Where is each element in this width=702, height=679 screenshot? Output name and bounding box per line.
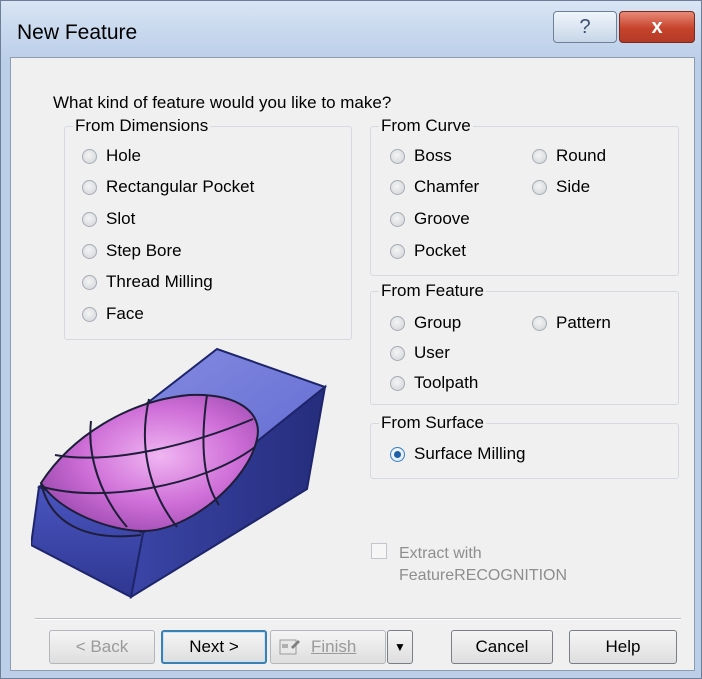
option-label: Groove	[414, 209, 470, 228]
radio-step-bore[interactable]: Step Bore	[82, 241, 182, 261]
radio-icon	[390, 179, 405, 195]
radio-groove[interactable]: Groove	[390, 209, 470, 229]
radio-user[interactable]: User	[390, 343, 450, 363]
radio-round[interactable]: Round	[532, 146, 606, 166]
group-label: From Curve	[381, 116, 471, 135]
option-label: Slot	[106, 209, 136, 228]
finish-label: Finish	[311, 637, 357, 656]
option-label: Group	[414, 313, 462, 332]
finish-button[interactable]: Finish	[270, 630, 386, 664]
extract-checkbox-label: Extract with FeatureRECOGNITION	[399, 543, 567, 587]
radio-icon	[82, 211, 97, 227]
option-label: Hole	[106, 146, 141, 165]
radio-group[interactable]: Group	[390, 313, 461, 333]
radio-thread-milling[interactable]: Thread Milling	[82, 272, 213, 292]
radio-icon	[390, 148, 405, 164]
option-label: Pocket	[414, 241, 466, 260]
radio-pocket[interactable]: Pocket	[390, 241, 466, 261]
radio-selected-icon	[390, 446, 405, 462]
extract-label-line1: Extract with	[399, 545, 482, 562]
radio-icon	[82, 274, 97, 290]
footer-separator	[35, 618, 681, 620]
option-label: Surface Milling	[414, 444, 526, 463]
radio-icon	[390, 211, 405, 227]
radio-icon	[82, 243, 97, 259]
group-label: From Dimensions	[75, 116, 209, 135]
radio-surface-milling[interactable]: Surface Milling	[390, 444, 526, 464]
option-label: Pattern	[556, 313, 611, 332]
option-label: User	[414, 343, 450, 362]
group-label: From Feature	[381, 281, 484, 300]
radio-icon	[390, 345, 405, 361]
radio-hole[interactable]: Hole	[82, 146, 141, 166]
dialog-window: New Feature ? x What kind of feature wou…	[0, 0, 702, 679]
radio-pattern[interactable]: Pattern	[532, 313, 611, 333]
option-label: Boss	[414, 146, 452, 165]
help-icon: ?	[579, 15, 591, 38]
option-label: Round	[556, 146, 607, 165]
extract-checkbox[interactable]	[371, 543, 387, 559]
option-label: Thread Milling	[106, 272, 213, 291]
option-label: Step Bore	[106, 241, 182, 260]
radio-icon	[82, 179, 97, 195]
feature-illustration-image	[31, 347, 328, 600]
radio-icon	[532, 148, 547, 164]
radio-side[interactable]: Side	[532, 177, 590, 197]
radio-icon	[82, 306, 97, 322]
group-label: From Surface	[381, 413, 484, 432]
option-label: Face	[106, 304, 144, 323]
title-close-button[interactable]: x	[619, 11, 695, 43]
help-button[interactable]: Help	[569, 630, 677, 664]
radio-icon	[532, 315, 547, 331]
option-label: Toolpath	[414, 373, 479, 392]
radio-chamfer[interactable]: Chamfer	[390, 177, 479, 197]
radio-icon	[532, 179, 547, 195]
extract-label-line2: FeatureRECOGNITION	[399, 567, 568, 584]
radio-slot[interactable]: Slot	[82, 209, 135, 229]
window-title: New Feature	[17, 21, 138, 44]
title-help-button[interactable]: ?	[553, 11, 617, 43]
back-button[interactable]: < Back	[49, 630, 155, 664]
option-label: Side	[556, 177, 591, 196]
next-button[interactable]: Next >	[161, 630, 267, 664]
radio-icon	[390, 375, 405, 391]
radio-icon	[390, 315, 405, 331]
radio-icon	[390, 243, 405, 259]
radio-rectangular-pocket[interactable]: Rectangular Pocket	[82, 177, 254, 197]
chevron-down-icon: ▼	[394, 640, 406, 654]
cancel-button[interactable]: Cancel	[451, 630, 553, 664]
close-icon: x	[651, 15, 663, 38]
radio-icon	[82, 148, 97, 164]
radio-toolpath[interactable]: Toolpath	[390, 373, 478, 393]
finish-icon	[279, 639, 300, 655]
radio-boss[interactable]: Boss	[390, 146, 452, 166]
question-text: What kind of feature would you like to m…	[53, 93, 392, 112]
option-label: Rectangular Pocket	[106, 177, 255, 196]
option-label: Chamfer	[414, 177, 480, 196]
radio-face[interactable]: Face	[82, 304, 144, 324]
finish-dropdown-button[interactable]: ▼	[387, 630, 413, 664]
